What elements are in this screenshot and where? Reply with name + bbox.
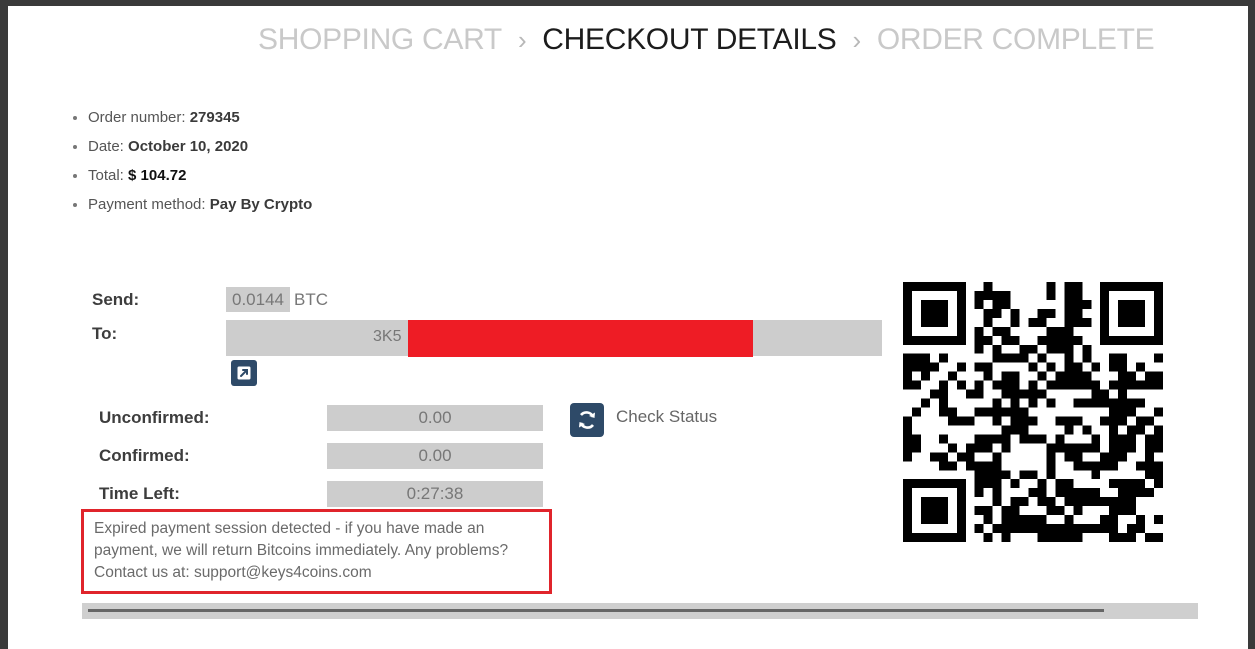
order-total-label: Total:	[88, 167, 124, 184]
order-number-value: 279345	[189, 109, 240, 126]
order-date-value: October 10, 2020	[128, 138, 249, 155]
to-label: To:	[92, 324, 118, 343]
breadcrumb-shopping-cart[interactable]: SHOPPING CART	[258, 23, 502, 57]
unconfirmed-value: 0.00	[327, 405, 543, 431]
breadcrumb-order-complete: ORDER COMPLETE	[876, 23, 1155, 56]
check-status-button[interactable]	[570, 403, 604, 437]
order-number-item: Order number: 279345	[70, 106, 312, 135]
payment-method-item: Payment method: Pay By Crypto	[70, 193, 312, 222]
send-label: Send:	[92, 290, 140, 309]
payment-method-value: Pay By Crypto	[209, 196, 313, 213]
time-left-label: Time Left:	[99, 484, 180, 503]
confirmed-label: Confirmed:	[99, 446, 190, 465]
time-progress-fill	[88, 609, 1104, 612]
breadcrumb: SHOPPING CART › CHECKOUT DETAILS › ORDER…	[258, 20, 1155, 60]
order-number-label: Order number:	[88, 109, 186, 126]
checkout-page: SHOPPING CART › CHECKOUT DETAILS › ORDER…	[8, 6, 1248, 649]
breadcrumb-checkout-details[interactable]: CHECKOUT DETAILS	[542, 23, 836, 57]
to-address-value: 3K5	[373, 328, 402, 345]
time-progress-bar	[82, 603, 1198, 619]
order-total-value: $ 104.72	[128, 167, 187, 184]
order-date-label: Date:	[88, 138, 124, 155]
time-left-value: 0:27:38	[327, 481, 543, 507]
order-total-item: Total: $ 104.72	[70, 164, 312, 193]
order-date-item: Date: October 10, 2020	[70, 135, 312, 164]
open-wallet-button[interactable]	[231, 360, 257, 386]
expired-session-notice: Expired payment session detected - if yo…	[81, 509, 552, 594]
chevron-right-icon: ›	[852, 24, 861, 55]
send-unit: BTC	[294, 290, 328, 309]
refresh-icon	[579, 411, 595, 429]
order-details: Order number: 279345 Date: October 10, 2…	[70, 106, 312, 222]
payment-method-label: Payment method:	[88, 196, 206, 213]
unconfirmed-label: Unconfirmed:	[99, 408, 210, 427]
address-redaction	[408, 320, 753, 357]
confirmed-value: 0.00	[327, 443, 543, 469]
external-link-icon	[237, 366, 251, 380]
check-status-link[interactable]: Check Status	[616, 407, 717, 427]
chevron-right-icon: ›	[517, 24, 527, 55]
send-amount-field[interactable]: 0.0144	[226, 287, 290, 312]
qr-code	[903, 282, 1163, 542]
